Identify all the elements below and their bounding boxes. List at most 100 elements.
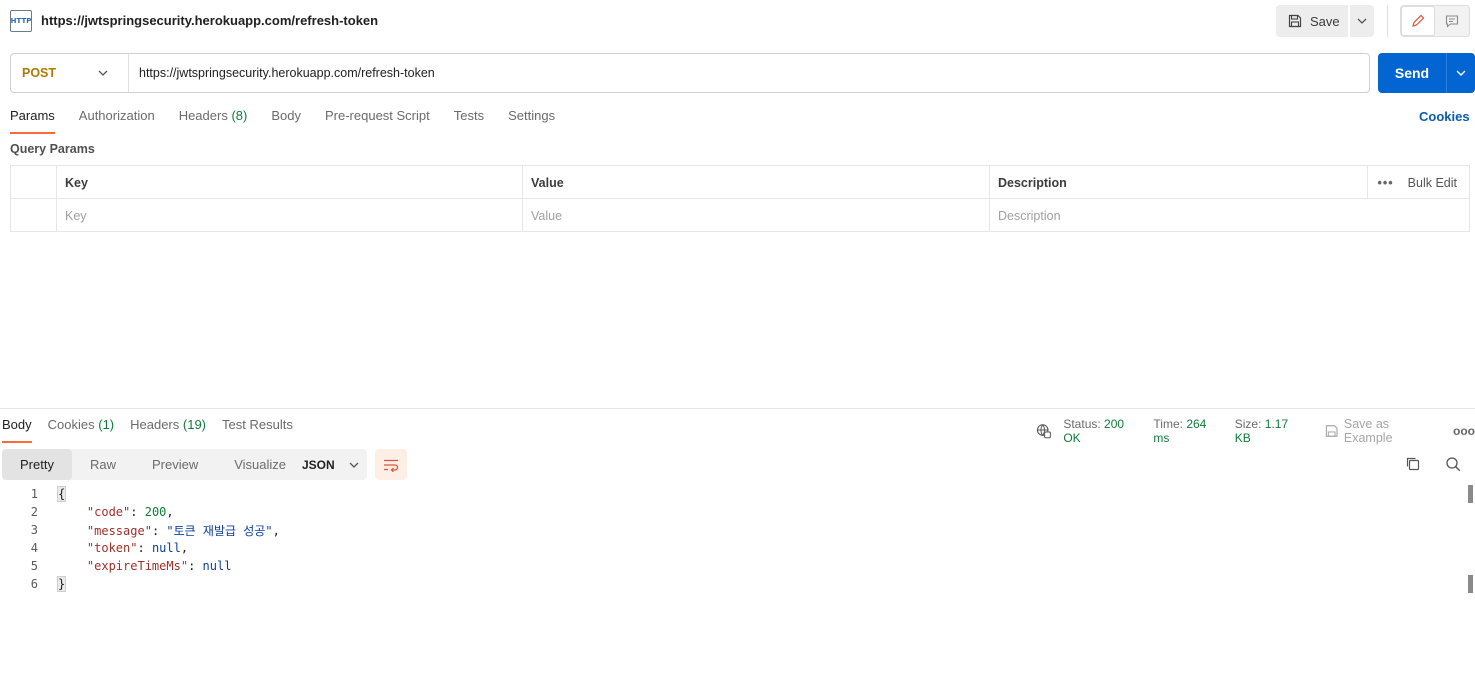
query-params-table: Key Value Description ••• Bulk Edit Key … bbox=[10, 165, 1470, 232]
json-value: null bbox=[202, 559, 232, 573]
scrollbar-marker-top[interactable] bbox=[1468, 485, 1473, 503]
scrollbar-marker-bottom[interactable] bbox=[1468, 575, 1473, 593]
value-input[interactable]: Value bbox=[522, 199, 989, 232]
tab-test-results[interactable]: Test Results bbox=[222, 417, 293, 441]
preview-button[interactable]: Preview bbox=[134, 449, 216, 480]
chevron-down-icon bbox=[98, 70, 108, 76]
save-options-button[interactable] bbox=[1350, 5, 1374, 37]
format-toggle: Pretty Raw Preview Visualize bbox=[2, 449, 305, 480]
tab-authorization[interactable]: Authorization bbox=[79, 108, 155, 132]
tab-params[interactable]: Params bbox=[10, 108, 55, 134]
chevron-down-icon bbox=[1456, 70, 1466, 76]
request-title[interactable]: https://jwtspringsecurity.herokuapp.com/… bbox=[41, 13, 378, 28]
wrap-lines-button[interactable] bbox=[375, 449, 407, 480]
response-headers-count: (19) bbox=[182, 417, 207, 432]
comment-icon bbox=[1445, 15, 1459, 28]
wrap-icon bbox=[384, 459, 399, 472]
tab-pre-request-script[interactable]: Pre-request Script bbox=[325, 108, 430, 132]
description-input[interactable]: Description bbox=[989, 199, 1469, 232]
json-key: "code" bbox=[86, 505, 131, 519]
json-key: "message" bbox=[86, 523, 152, 538]
table-header-row: Key Value Description ••• Bulk Edit bbox=[11, 166, 1469, 199]
tab-headers-label: Headers bbox=[178, 108, 228, 123]
pretty-button[interactable]: Pretty bbox=[2, 449, 72, 480]
value-column-header: Value bbox=[522, 166, 989, 199]
language-label: JSON bbox=[302, 457, 335, 472]
table-row: Key Value Description bbox=[11, 199, 1469, 232]
code-line: 2 "code": 200, bbox=[0, 503, 1465, 521]
save-button[interactable]: Save bbox=[1276, 5, 1348, 37]
json-key: "expireTimeMs" bbox=[86, 559, 189, 573]
code-line: 4 "token": null, bbox=[0, 539, 1465, 557]
headers-count: (8) bbox=[231, 108, 248, 123]
copy-icon[interactable] bbox=[1405, 456, 1421, 475]
request-tabs: Params Authorization Headers (8) Body Pr… bbox=[10, 108, 555, 134]
url-bar: POST https://jwtspringsecurity.herokuapp… bbox=[10, 53, 1370, 93]
comments-button[interactable] bbox=[1435, 6, 1469, 36]
checkbox-column-header bbox=[11, 166, 56, 199]
line-number: 3 bbox=[30, 523, 38, 537]
more-options-icon[interactable]: ooo bbox=[1453, 424, 1475, 438]
tab-headers[interactable]: Headers (8) bbox=[179, 108, 248, 132]
cookies-link[interactable]: Cookies bbox=[1419, 109, 1470, 124]
send-button[interactable]: Send bbox=[1378, 53, 1475, 93]
key-input[interactable]: Key bbox=[56, 199, 522, 232]
json-value: "토큰 재발급 성공" bbox=[166, 523, 273, 538]
code-line: 3 "message": "토큰 재발급 성공", bbox=[0, 521, 1465, 539]
response-body-code[interactable]: 1{ 2 "code": 200, 3 "message": "토큰 재발급 성… bbox=[0, 485, 1465, 593]
code-line: 1{ bbox=[0, 485, 1465, 503]
code-text: } bbox=[38, 576, 67, 592]
json-key: "token" bbox=[86, 541, 138, 555]
globe-icon[interactable] bbox=[1036, 423, 1051, 439]
save-as-example-label: Save as Example bbox=[1343, 417, 1393, 445]
edit-mode-button[interactable] bbox=[1401, 6, 1435, 36]
raw-button[interactable]: Raw bbox=[72, 449, 134, 480]
title-bar: HTTP https://jwtspringsecurity.herokuapp… bbox=[0, 0, 1475, 42]
key-column-header: Key bbox=[56, 166, 522, 199]
chevron-down-icon bbox=[349, 462, 359, 468]
url-input[interactable]: https://jwtspringsecurity.herokuapp.com/… bbox=[129, 66, 435, 80]
time-readout: Time: 264 ms bbox=[1153, 417, 1222, 445]
search-icon[interactable] bbox=[1445, 456, 1461, 475]
close-brace: } bbox=[56, 576, 67, 592]
code-text: "expireTimeMs": null bbox=[86, 559, 232, 573]
save-label: Save bbox=[1310, 13, 1340, 29]
save-icon bbox=[1325, 425, 1338, 437]
pencil-icon bbox=[1412, 14, 1425, 27]
line-number: 5 bbox=[30, 559, 38, 573]
response-divider[interactable] bbox=[0, 408, 1475, 409]
tab-settings[interactable]: Settings bbox=[508, 108, 555, 132]
open-brace: { bbox=[56, 486, 67, 502]
tab-tests[interactable]: Tests bbox=[454, 108, 484, 132]
language-select[interactable]: JSON bbox=[291, 449, 367, 480]
code-line: 6} bbox=[0, 575, 1465, 593]
method-label: POST bbox=[22, 66, 57, 80]
bulk-edit-button[interactable]: Bulk Edit bbox=[1408, 176, 1457, 190]
description-column-label: Description bbox=[998, 175, 1067, 190]
save-as-example-button[interactable]: Save as Example bbox=[1325, 417, 1437, 445]
send-options-button[interactable] bbox=[1447, 70, 1475, 76]
more-options-icon[interactable]: ••• bbox=[1378, 176, 1394, 190]
code-text: "code": 200, bbox=[86, 505, 174, 519]
send-label: Send bbox=[1394, 65, 1430, 81]
method-select[interactable]: POST bbox=[11, 54, 129, 92]
response-tabs: Body Cookies (1) Headers (19) Test Resul… bbox=[2, 417, 293, 443]
column-divider bbox=[1367, 166, 1368, 199]
line-number: 4 bbox=[30, 541, 38, 555]
json-value: null bbox=[151, 541, 181, 555]
status-label: Status: bbox=[1063, 417, 1101, 431]
bulk-actions: ••• Bulk Edit bbox=[1378, 166, 1457, 199]
tab-response-cookies[interactable]: Cookies (1) bbox=[48, 417, 114, 441]
tab-response-body[interactable]: Body bbox=[2, 417, 32, 443]
time-label: Time: bbox=[1153, 417, 1183, 431]
json-value: 200 bbox=[144, 505, 167, 519]
headers-tab-label: Headers bbox=[130, 417, 180, 432]
line-number: 6 bbox=[30, 577, 38, 591]
code-text: { bbox=[38, 486, 67, 502]
http-icon: HTTP bbox=[10, 10, 32, 32]
tab-response-headers[interactable]: Headers (19) bbox=[130, 417, 206, 441]
toolbar-divider bbox=[1387, 5, 1388, 37]
line-number: 2 bbox=[30, 505, 38, 519]
save-icon bbox=[1288, 14, 1302, 28]
tab-body[interactable]: Body bbox=[271, 108, 301, 132]
